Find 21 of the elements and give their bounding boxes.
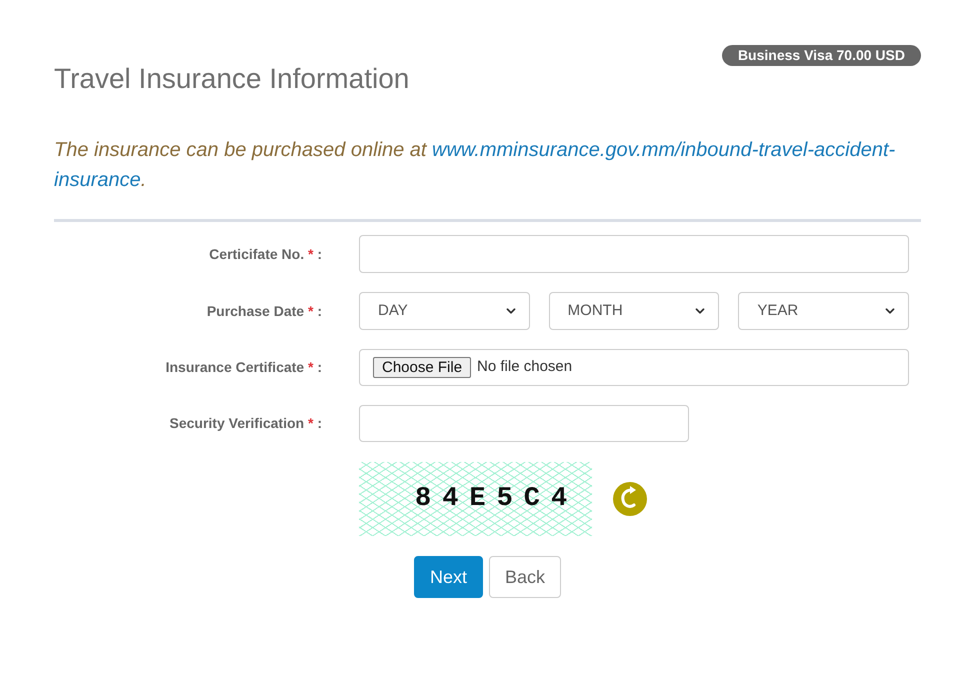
file-status-text: No file chosen bbox=[477, 357, 572, 378]
insurance-link[interactable]: insurance bbox=[54, 169, 141, 191]
visa-price-badge: Business Visa 70.00 USD bbox=[722, 45, 921, 66]
next-button[interactable]: Next bbox=[414, 556, 483, 598]
back-button[interactable]: Back bbox=[488, 556, 562, 598]
security-verification-input[interactable] bbox=[359, 405, 689, 442]
field-label: Insurance Certificate * : bbox=[164, 358, 322, 377]
certificate-number-input[interactable] bbox=[359, 235, 909, 273]
date-select[interactable]: YEAR bbox=[738, 292, 910, 330]
page-title: Travel Insurance Information bbox=[54, 63, 410, 95]
captcha-text: 84E5C4 bbox=[415, 483, 578, 515]
insurance-notice: The insurance can be purchased online at www.mminsurance.gov.mm/inbound-travel-accident- insurance. bbox=[54, 138, 896, 193]
field-label: Security Verification * : bbox=[168, 414, 322, 433]
field-label: Certicifate No. * : bbox=[208, 244, 322, 264]
field-label: Purchase Date * : bbox=[206, 302, 322, 320]
file-input-field[interactable]: Choose File No file chosen bbox=[359, 349, 909, 386]
date-select[interactable]: DAY bbox=[359, 292, 530, 330]
choose-file-button[interactable]: Choose File bbox=[373, 357, 472, 378]
refresh-icon[interactable] bbox=[613, 482, 647, 516]
date-select[interactable]: MONTH bbox=[548, 292, 720, 330]
insurance-link[interactable]: www.mminsurance.gov.mm/inbound-travel-accident- bbox=[432, 139, 896, 161]
